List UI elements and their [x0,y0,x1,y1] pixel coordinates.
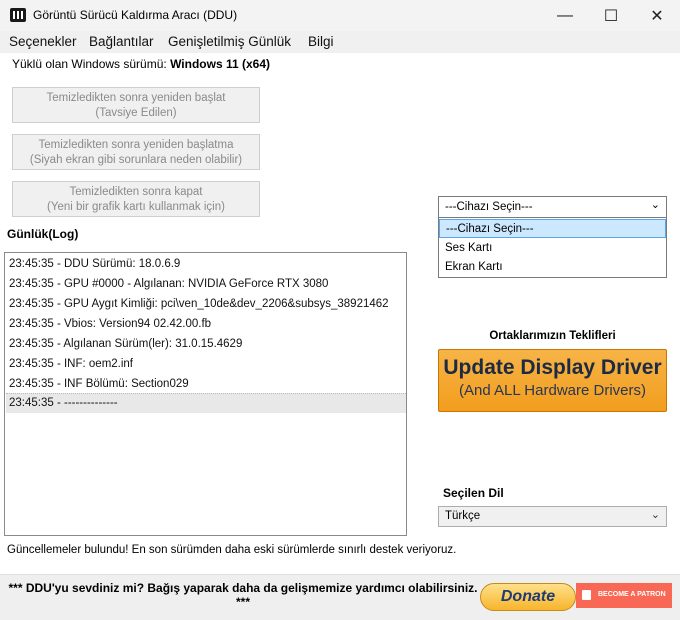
device-dropdown-list: ---Cihazı Seçin--- Ses Kartı Ekran Kartı [438,218,667,278]
app-icon [10,8,26,22]
button-line2: (Yeni bir grafik kartı kullanmak için) [47,201,225,213]
chevron-down-icon: ⌄ [650,199,660,211]
log-line: 23:45:35 - Algılanan Sürüm(ler): 31.0.15… [9,338,243,350]
log-line: 23:45:35 - DDU Sürümü: 18.0.6.9 [9,258,181,270]
windows-version-value: Windows 11 (x64) [170,57,270,71]
button-line1: Temizledikten sonra yeniden başlat [46,92,226,104]
log-list[interactable]: 23:45:35 - DDU Sürümü: 18.0.6.9 23:45:35… [4,252,407,536]
log-line: 23:45:35 - Vbios: Version94 02.42.00.fb [9,318,212,330]
log-line: 23:45:35 - GPU #0000 - Algılanan: NVIDIA… [9,278,329,290]
update-driver-ad-button[interactable]: Update Display Driver (And ALL Hardware … [438,349,667,412]
status-message: Güncellemeler bulundu! En son sürümden d… [7,544,457,556]
button-line2: (Siyah ekran gibi sorunlara neden olabil… [29,154,243,166]
language-label: Seçilen Dil [443,486,504,500]
close-button[interactable]: ✕ [634,0,680,31]
footer: *** DDU'yu sevdiniz mi? Bağış yaparak da… [0,574,680,620]
log-line: 23:45:35 - INF Bölümü: Section029 [9,378,189,390]
patreon-button[interactable]: BECOME A PATRON [576,583,672,608]
log-line: 23:45:35 - GPU Aygıt Kimliği: pci\ven_10… [9,298,389,310]
ad-title: Update Display Driver [443,356,662,379]
button-line1: Temizledikten sonra yeniden başlatma [38,139,234,151]
maximize-button[interactable]: ☐ [588,0,634,31]
language-select[interactable]: Türkçe ⌄ [438,506,667,527]
menu-options[interactable]: Seçenekler [9,34,77,49]
donation-message: *** DDU'yu sevdiniz mi? Bağış yaparak da… [8,581,478,609]
log-line: 23:45:35 - -------------- [9,397,118,409]
menu-info[interactable]: Bilgi [308,34,334,49]
donate-label: Donate [500,588,556,605]
minimize-button[interactable]: — [542,0,588,31]
chevron-down-icon: ⌄ [650,509,660,521]
clean-no-restart-button[interactable]: Temizledikten sonra yeniden başlatma (Si… [12,134,260,170]
button-line1: Temizledikten sonra kapat [69,186,203,198]
window-title: Görüntü Sürücü Kaldırma Aracı (DDU) [33,8,238,22]
windows-version: Yüklü olan Windows sürümü: Windows 11 (x… [12,57,270,71]
clean-and-shutdown-button[interactable]: Temizledikten sonra kapat (Yeni bir graf… [12,181,260,217]
button-line2: (Tavsiye Edilen) [95,107,177,119]
device-type-select[interactable]: ---Cihazı Seçin--- ⌄ [438,196,667,218]
windows-version-label: Yüklü olan Windows sürümü: [12,57,171,71]
language-value: Türkçe [445,510,481,522]
device-option-select[interactable]: ---Cihazı Seçin--- [439,219,666,238]
patreon-icon [582,590,591,600]
donate-button[interactable]: Donate [480,583,576,611]
device-option-sound-card[interactable]: Ses Kartı [439,239,666,258]
menu-links[interactable]: Bağlantılar [89,34,154,49]
partners-label: Ortaklarımızın Teklifleri [489,330,616,342]
ad-subtitle: (And ALL Hardware Drivers) [458,382,646,399]
device-select-value: ---Cihazı Seçin--- [445,201,533,213]
patreon-label: BECOME A PATRON [598,591,666,598]
title-bar: Görüntü Sürücü Kaldırma Aracı (DDU) — ☐ … [0,0,680,31]
log-line: 23:45:35 - INF: oem2.inf [9,358,134,370]
clean-and-restart-button[interactable]: Temizledikten sonra yeniden başlat (Tavs… [12,87,260,123]
menu-bar: Seçenekler Bağlantılar Genişletilmiş Gün… [0,31,680,53]
log-label: Günlük(Log) [7,227,79,241]
device-option-graphics-card[interactable]: Ekran Kartı [439,258,666,277]
menu-extended-log[interactable]: Genişletilmiş Günlük [168,34,291,49]
